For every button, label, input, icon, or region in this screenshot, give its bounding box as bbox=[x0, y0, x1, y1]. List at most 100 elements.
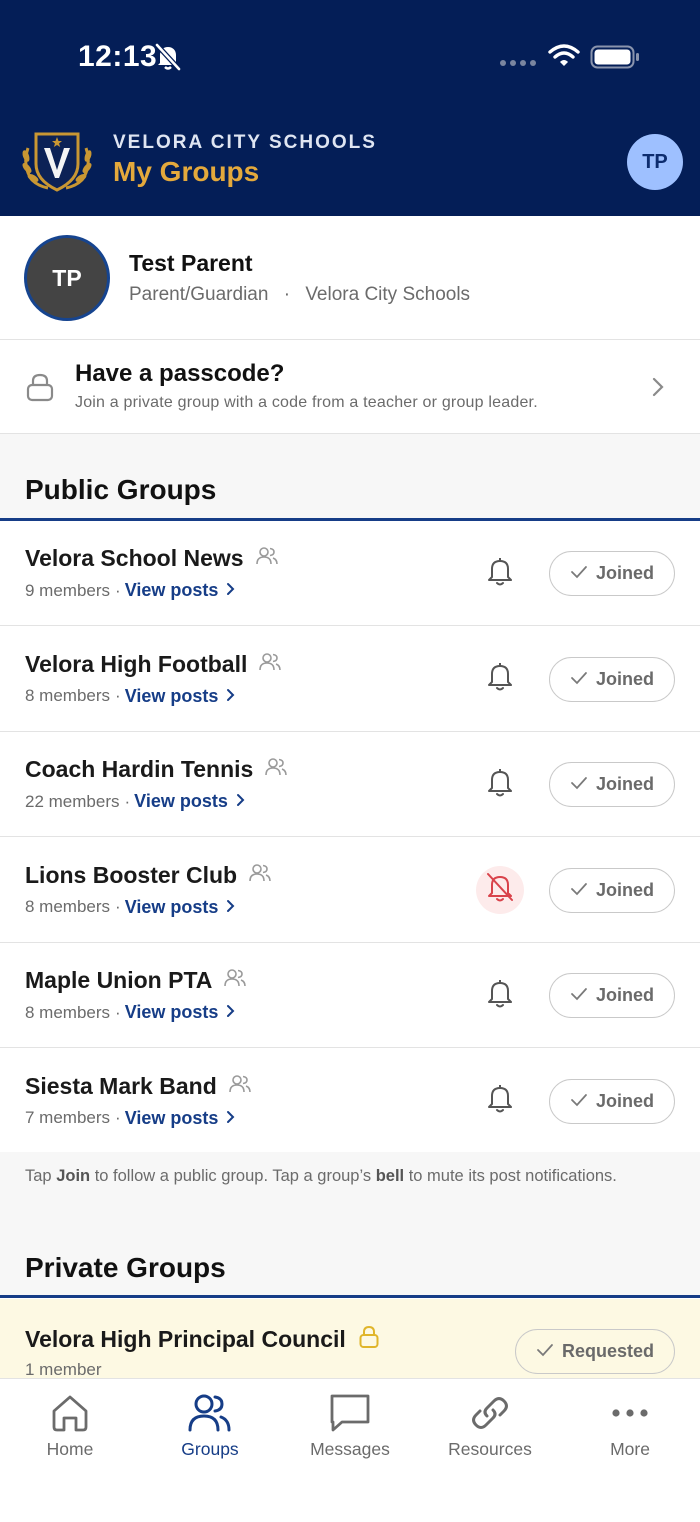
view-posts-label: View posts bbox=[124, 896, 219, 917]
chevron-right-icon bbox=[236, 791, 246, 812]
view-posts-label: View posts bbox=[124, 1107, 219, 1128]
bell-button[interactable] bbox=[476, 549, 524, 597]
joined-button[interactable]: Joined bbox=[549, 973, 675, 1018]
chevron-right-icon bbox=[226, 686, 236, 707]
bell-icon bbox=[485, 766, 515, 803]
bell-button[interactable] bbox=[476, 971, 524, 1019]
group-name: Velora School News bbox=[25, 545, 244, 571]
meta-separator: · bbox=[115, 1002, 121, 1022]
bell-off-icon bbox=[485, 871, 515, 908]
school-crest-logo bbox=[18, 128, 96, 199]
joined-label: Joined bbox=[595, 985, 654, 1005]
account-avatar-button[interactable]: TP bbox=[627, 134, 683, 190]
tab-label: Groups bbox=[181, 1439, 239, 1459]
group-meta: 7 members · View posts bbox=[25, 1108, 236, 1129]
joined-button[interactable]: Joined bbox=[549, 551, 675, 596]
chevron-right-icon bbox=[226, 580, 236, 601]
bell-icon bbox=[485, 555, 515, 592]
group-meta: 8 members · View posts bbox=[25, 897, 236, 918]
joined-label: Joined bbox=[595, 668, 654, 689]
chevron-right-icon bbox=[650, 376, 666, 403]
chevron-right-icon bbox=[226, 1108, 236, 1129]
separator-dot: · bbox=[283, 284, 291, 305]
requested-button[interactable]: Requested bbox=[515, 1329, 675, 1374]
passcode-row[interactable]: Have a passcode? Join a private group wi… bbox=[0, 340, 700, 434]
org-name: VELORA CITY SCHOOLS bbox=[113, 132, 377, 153]
group-meta: 8 members · View posts bbox=[25, 686, 236, 707]
section-divider bbox=[0, 1295, 700, 1298]
group-name: Velora High Football bbox=[25, 650, 248, 677]
tab-label: Home bbox=[46, 1439, 94, 1459]
view-posts-link[interactable]: View posts bbox=[125, 686, 237, 707]
view-posts-link[interactable]: View posts bbox=[134, 791, 246, 812]
bottom-tab-bar: Home Groups Messages Resources More bbox=[0, 1378, 700, 1522]
chevron-right-icon bbox=[226, 1002, 236, 1023]
private-groups-heading: Private Groups bbox=[25, 1252, 226, 1283]
people-icon bbox=[224, 968, 247, 993]
bell-button[interactable] bbox=[476, 655, 524, 703]
page-title: My Groups bbox=[113, 156, 260, 187]
check-icon bbox=[570, 1091, 588, 1112]
group-title: Lions Booster Club bbox=[25, 862, 271, 889]
joined-button[interactable]: Joined bbox=[549, 1078, 675, 1124]
group-row[interactable]: Maple Union PTA 8 members · View posts Joine… bbox=[0, 943, 700, 1048]
joined-label: Joined bbox=[595, 563, 654, 583]
view-posts-link[interactable]: View posts bbox=[125, 897, 237, 918]
group-row[interactable]: Velora High Football 8 members · View posts… bbox=[0, 626, 700, 732]
group-row[interactable]: Coach Hardin Tennis 22 members · View posts… bbox=[0, 732, 700, 837]
joined-button[interactable]: Joined bbox=[549, 656, 675, 702]
lock-icon bbox=[358, 1325, 380, 1354]
messages-icon bbox=[329, 1391, 371, 1435]
group-row[interactable]: Siesta Mark Band 7 members · View posts Join… bbox=[0, 1048, 700, 1154]
status-time: 12:13 bbox=[78, 40, 158, 73]
bell-icon bbox=[485, 977, 515, 1014]
hint-text: to mute its post notifications. bbox=[404, 1167, 617, 1185]
view-posts-link[interactable]: View posts bbox=[125, 1002, 237, 1023]
tab-label: Resources bbox=[448, 1439, 532, 1459]
joined-button[interactable]: Joined bbox=[549, 867, 675, 913]
groups-icon bbox=[188, 1391, 232, 1435]
tab-messages[interactable]: Messages bbox=[280, 1391, 420, 1460]
passcode-subtitle: Join a private group with a code from a … bbox=[75, 394, 538, 411]
people-icon bbox=[255, 546, 278, 571]
group-members: 9 members bbox=[25, 580, 111, 600]
bell-muted-button[interactable] bbox=[476, 865, 524, 914]
check-icon bbox=[570, 563, 588, 584]
group-meta: 22 members · View posts bbox=[25, 791, 246, 812]
people-icon bbox=[249, 863, 271, 888]
view-posts-label: View posts bbox=[124, 580, 219, 600]
requested-label: Requested bbox=[561, 1341, 655, 1361]
view-posts-link[interactable]: View posts bbox=[125, 580, 237, 601]
profile-card: TP Test Parent Parent/Guardian · Velora … bbox=[0, 216, 700, 340]
tab-label: More bbox=[610, 1439, 650, 1459]
home-icon bbox=[50, 1391, 90, 1435]
joined-button[interactable]: Joined bbox=[549, 762, 675, 807]
group-name: Maple Union PTA bbox=[25, 967, 213, 993]
private-group-row[interactable]: Velora High Principal Council 1 member R… bbox=[0, 1299, 700, 1379]
hint-text: to follow a public group. Tap a group’s bbox=[90, 1167, 376, 1185]
private-group-title: Velora High Principal Council bbox=[25, 1325, 380, 1354]
tab-resources[interactable]: Resources bbox=[420, 1391, 560, 1460]
battery-icon bbox=[590, 45, 640, 74]
avatar: TP bbox=[24, 235, 110, 321]
link-icon bbox=[469, 1391, 511, 1435]
tab-more[interactable]: More bbox=[560, 1391, 700, 1460]
group-members: 8 members bbox=[25, 686, 111, 705]
meta-separator: · bbox=[115, 580, 121, 600]
group-row[interactable]: Velora School News 9 members · View posts Jo… bbox=[0, 521, 700, 626]
bell-button[interactable] bbox=[476, 760, 524, 808]
private-group-name: Velora High Principal Council bbox=[25, 1326, 346, 1352]
more-icon bbox=[610, 1391, 650, 1435]
tab-home[interactable]: Home bbox=[0, 1391, 140, 1460]
group-row[interactable]: Lions Booster Club 8 members · View posts Jo… bbox=[0, 837, 700, 943]
wifi-icon bbox=[548, 44, 580, 73]
tab-label: Messages bbox=[310, 1439, 390, 1459]
group-title: Siesta Mark Band bbox=[25, 1073, 251, 1100]
bell-button[interactable] bbox=[476, 1077, 524, 1125]
tab-groups[interactable]: Groups bbox=[140, 1391, 280, 1460]
passcode-title: Have a passcode? bbox=[75, 360, 285, 387]
joined-label: Joined bbox=[595, 774, 654, 794]
view-posts-label: View posts bbox=[124, 685, 219, 706]
view-posts-link[interactable]: View posts bbox=[125, 1108, 237, 1129]
joined-label: Joined bbox=[595, 1090, 654, 1111]
